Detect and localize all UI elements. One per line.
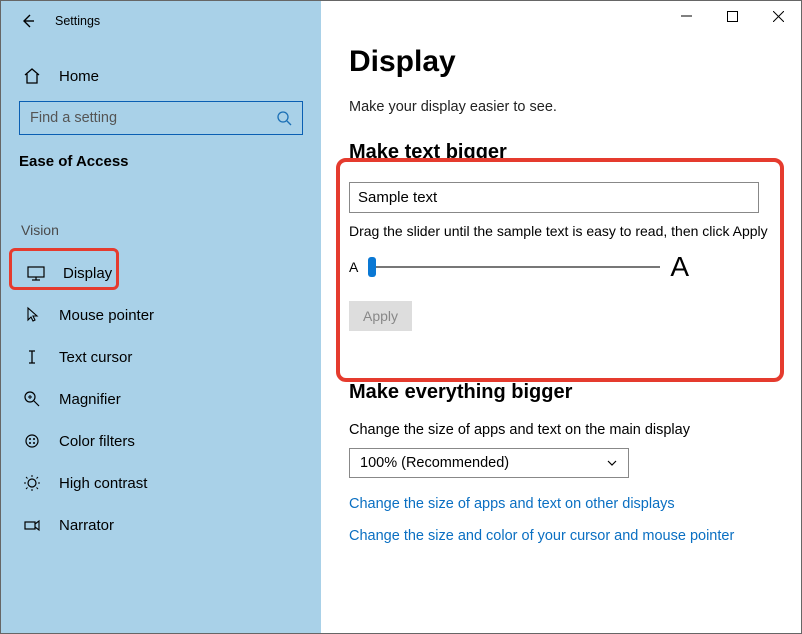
monitor-icon: [27, 264, 45, 282]
slider-track[interactable]: [368, 266, 660, 268]
sidebar-item-text-cursor[interactable]: Text cursor: [1, 336, 321, 378]
section-make-text-bigger-heading: Make text bigger: [349, 141, 773, 164]
link-cursor-pointer[interactable]: Change the size and color of your cursor…: [349, 528, 773, 544]
window-title: Settings: [55, 14, 100, 28]
slider-thumb[interactable]: [368, 257, 376, 277]
sample-text-box: Sample text: [349, 182, 759, 213]
main-panel: Display Make your display easier to see.…: [321, 1, 801, 633]
sidebar-item-label: Magnifier: [59, 391, 121, 408]
slider-hint: Drag the slider until the sample text is…: [349, 223, 773, 239]
sidebar-item-mouse-pointer[interactable]: Mouse pointer: [1, 294, 321, 336]
sidebar-item-label: High contrast: [59, 475, 147, 492]
page-title: Display: [349, 45, 773, 79]
sidebar-item-label: Display: [63, 265, 112, 282]
section-label: Vision: [1, 216, 321, 242]
sidebar-item-display[interactable]: Display: [5, 252, 317, 294]
scaling-description: Change the size of apps and text on the …: [349, 422, 773, 438]
window-controls: [663, 1, 801, 31]
apply-button[interactable]: Apply: [349, 301, 412, 331]
back-icon[interactable]: [19, 12, 37, 30]
sidebar-item-label: Narrator: [59, 517, 114, 534]
sidebar: Settings Home Ease of Access Vision: [1, 1, 321, 633]
slider-min-label: A: [349, 259, 358, 275]
sidebar-item-magnifier[interactable]: Magnifier: [1, 378, 321, 420]
category-label: Ease of Access: [1, 135, 321, 176]
slider-max-label: A: [670, 251, 689, 283]
home-label: Home: [59, 68, 99, 85]
sidebar-item-narrator[interactable]: Narrator: [1, 504, 321, 546]
maximize-button[interactable]: [709, 1, 755, 31]
home-nav[interactable]: Home: [1, 57, 321, 95]
close-button[interactable]: [755, 1, 801, 31]
text-size-slider[interactable]: A A: [349, 251, 689, 283]
scaling-dropdown[interactable]: 100% (Recommended): [349, 448, 629, 478]
sidebar-item-color-filters[interactable]: Color filters: [1, 420, 321, 462]
sidebar-item-high-contrast[interactable]: High contrast: [1, 462, 321, 504]
chevron-down-icon: [606, 457, 618, 469]
minimize-button[interactable]: [663, 1, 709, 31]
sidebar-item-label: Text cursor: [59, 349, 132, 366]
section-make-everything-bigger-heading: Make everything bigger: [349, 381, 773, 404]
home-icon: [23, 67, 41, 85]
sidebar-item-label: Mouse pointer: [59, 307, 154, 324]
link-other-displays[interactable]: Change the size of apps and text on othe…: [349, 496, 773, 512]
narrator-icon: [23, 516, 41, 534]
nav-list: Display Mouse pointer Text cursor: [1, 252, 321, 546]
search-input[interactable]: [30, 110, 276, 126]
high-contrast-icon: [23, 474, 41, 492]
pointer-icon: [23, 306, 41, 324]
search-icon: [276, 110, 292, 126]
sidebar-item-label: Color filters: [59, 433, 135, 450]
page-subtitle: Make your display easier to see.: [349, 99, 773, 115]
magnifier-icon: [23, 390, 41, 408]
text-cursor-icon: [23, 348, 41, 366]
dropdown-value: 100% (Recommended): [360, 455, 509, 471]
search-box[interactable]: [19, 101, 303, 135]
titlebar: Settings: [1, 7, 321, 35]
color-filters-icon: [23, 432, 41, 450]
